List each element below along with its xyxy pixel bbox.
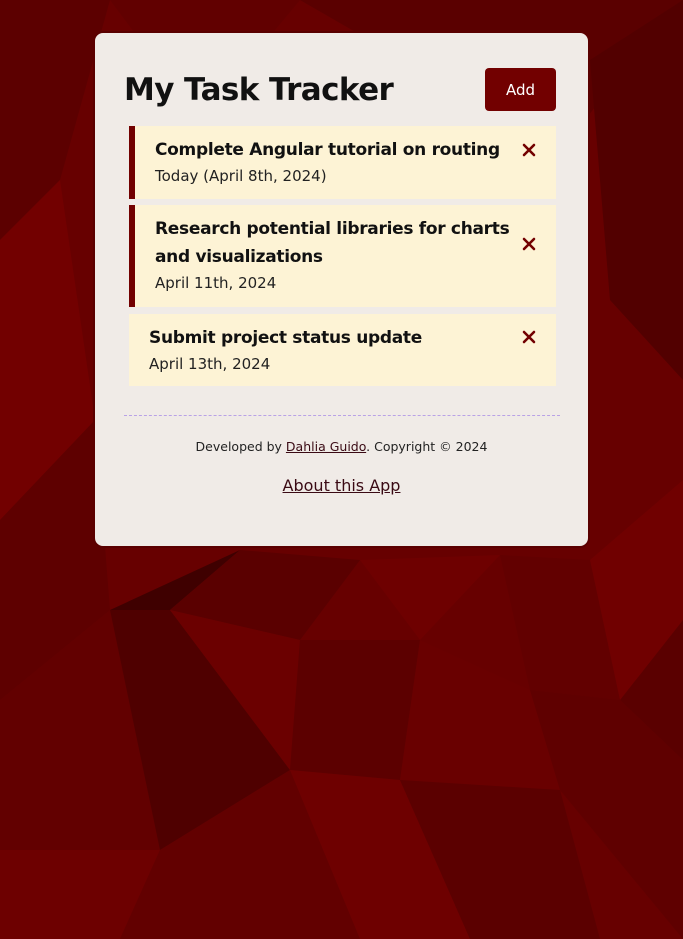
- task-tracker-card: My Task Tracker Add Complete Angular tut…: [93, 31, 590, 548]
- task-item[interactable]: Complete Angular tutorial on routing Tod…: [129, 126, 556, 199]
- header: My Task Tracker Add: [124, 68, 556, 112]
- about-link[interactable]: About this App: [283, 476, 401, 495]
- footer-suffix: . Copyright © 2024: [366, 439, 488, 454]
- task-title: Submit project status update: [149, 328, 422, 348]
- task-content: Submit project status update April 13th,…: [149, 324, 504, 376]
- about-section: About this App: [95, 473, 588, 499]
- task-item[interactable]: Submit project status update April 13th,…: [129, 314, 556, 386]
- add-task-button[interactable]: Add: [485, 68, 556, 111]
- task-item[interactable]: Research potential libraries for charts …: [129, 205, 556, 307]
- task-title: Research potential libraries for charts …: [155, 219, 510, 267]
- task-content: Research potential libraries for charts …: [155, 215, 510, 295]
- close-icon[interactable]: [522, 143, 536, 157]
- task-date: April 11th, 2024: [155, 274, 277, 292]
- author-link[interactable]: Dahlia Guido: [286, 439, 366, 454]
- divider: [124, 415, 560, 416]
- page-title: My Task Tracker: [124, 72, 394, 108]
- footer-prefix: Developed by: [195, 439, 286, 454]
- footer-copyright: Developed by Dahlia Guido. Copyright © 2…: [95, 437, 588, 457]
- close-icon[interactable]: [522, 330, 536, 344]
- task-date: April 13th, 2024: [149, 355, 271, 373]
- task-content: Complete Angular tutorial on routing Tod…: [155, 136, 510, 188]
- close-icon[interactable]: [522, 237, 536, 251]
- task-date: Today (April 8th, 2024): [155, 167, 327, 185]
- task-title: Complete Angular tutorial on routing: [155, 140, 500, 160]
